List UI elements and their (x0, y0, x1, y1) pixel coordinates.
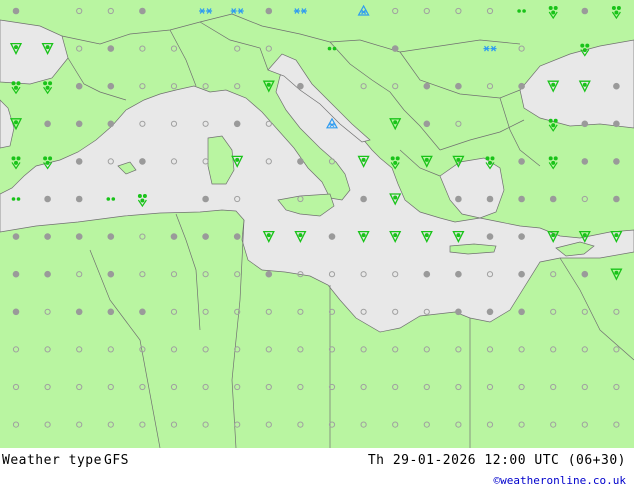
cloudy-icon (44, 270, 51, 278)
cloudy-icon (139, 7, 146, 15)
cloudy-icon (613, 158, 620, 165)
cloudy-icon (107, 233, 115, 240)
cloudy-icon (233, 120, 241, 128)
cloudy-icon (12, 270, 20, 278)
cloudy-icon (107, 82, 115, 90)
cloudy-icon (455, 82, 462, 90)
cloudy-icon (360, 195, 367, 203)
cloudy-icon (12, 233, 20, 240)
cloudy-icon (423, 82, 431, 90)
weather-map (0, 0, 634, 448)
cloudy-icon (486, 233, 494, 240)
cloudy-icon (75, 120, 83, 128)
cloudy-icon (486, 308, 494, 316)
cloudy-icon (391, 45, 399, 52)
model-name: GFS (104, 453, 129, 468)
cloudy-icon (581, 270, 589, 278)
cloudy-icon (202, 195, 209, 203)
cloudy-icon (486, 195, 494, 203)
cloudy-icon (518, 82, 525, 90)
map-canvas (0, 0, 634, 448)
cloudy-icon (75, 195, 83, 203)
cloudy-icon (265, 7, 273, 15)
cloudy-icon (107, 270, 115, 278)
cloudy-icon (549, 195, 557, 203)
cloudy-icon (455, 270, 462, 278)
cloudy-icon (455, 308, 462, 316)
map-title: Weather type (2, 453, 102, 468)
cloudy-icon (581, 7, 589, 15)
cloudy-icon (518, 195, 525, 203)
cloudy-icon (518, 233, 525, 240)
cloudy-icon (107, 308, 115, 316)
cloudy-icon (12, 308, 20, 316)
map-footer: Weather type GFS Th 29-01-2026 12:00 UTC… (0, 448, 634, 490)
cloudy-icon (170, 233, 178, 240)
valid-time: Th 29-01-2026 12:00 UTC (06+30) (367, 453, 626, 468)
cloudy-icon (581, 158, 589, 165)
cloudy-icon (139, 158, 146, 165)
cloudy-icon (613, 82, 620, 90)
cloudy-icon (265, 270, 273, 278)
cloudy-icon (233, 233, 241, 240)
cloudy-icon (75, 308, 83, 316)
cloudy-icon (423, 120, 431, 128)
cloudy-icon (518, 308, 525, 316)
cloudy-icon (328, 233, 336, 240)
cloudy-icon (75, 233, 83, 240)
cloudy-icon (44, 195, 51, 203)
cloudy-icon (297, 82, 304, 90)
credit-link[interactable]: ©weatheronline.co.uk (494, 474, 626, 487)
cloudy-icon (202, 233, 209, 240)
cloudy-icon (423, 270, 431, 278)
cloudy-icon (75, 82, 83, 90)
cloudy-icon (518, 270, 525, 278)
cloudy-icon (44, 120, 51, 128)
cloudy-icon (139, 308, 146, 316)
cloudy-icon (107, 45, 115, 52)
cloudy-icon (107, 120, 115, 128)
cloudy-icon (613, 195, 620, 203)
cloudy-icon (75, 158, 83, 165)
cloudy-icon (44, 233, 51, 240)
cloudy-icon (518, 158, 525, 165)
cloudy-icon (297, 158, 304, 165)
crete (449, 243, 497, 255)
cloudy-icon (613, 120, 620, 128)
cloudy-icon (581, 120, 589, 128)
cloudy-icon (12, 7, 20, 15)
cloudy-icon (455, 195, 462, 203)
